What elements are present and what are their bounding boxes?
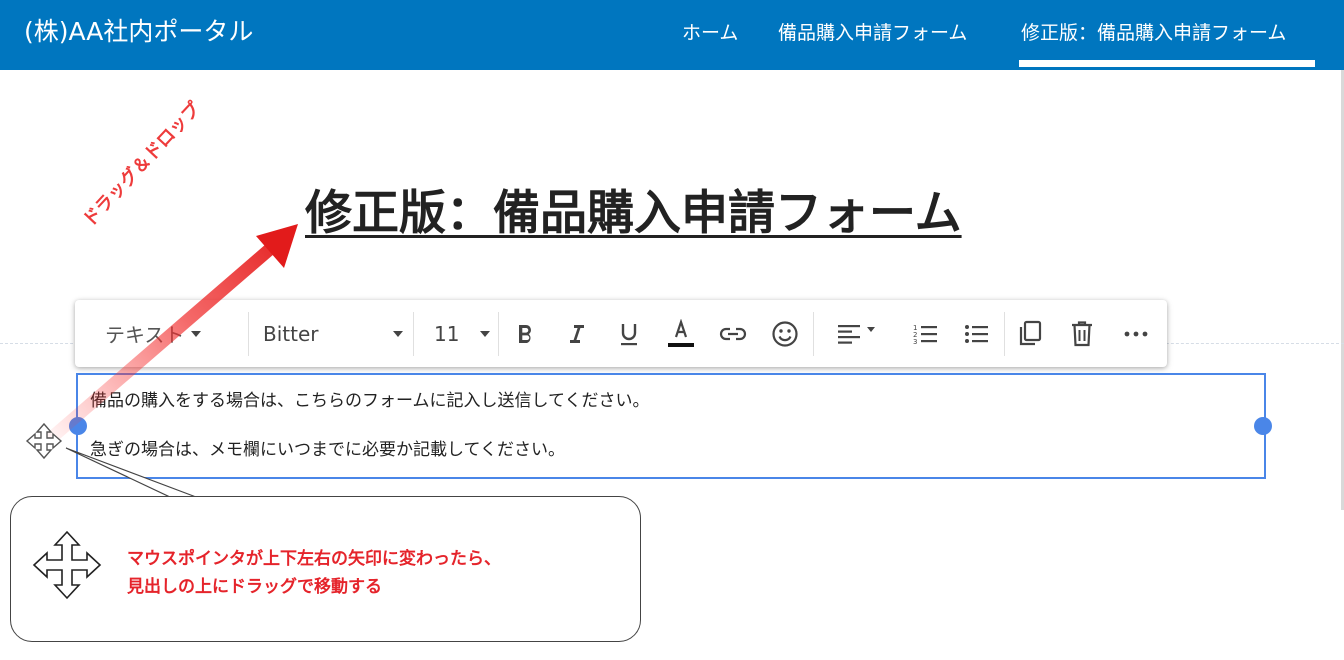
font-size-select[interactable]: 11 [434,300,490,367]
bulleted-list-button[interactable] [964,300,990,367]
move-cursor-large-icon [32,530,102,600]
bold-button[interactable] [514,300,536,367]
align-left-icon [838,324,860,344]
trash-icon [1072,320,1092,346]
toolbar-divider [413,312,414,356]
resize-handle-right[interactable] [1254,417,1272,435]
font-family-select[interactable]: Bitter [263,300,403,367]
block-editor-toolbar: テキスト Bitter 11 1 2 3 [75,300,1167,367]
more-horizontal-icon [1124,331,1148,336]
font-size-label: 11 [434,321,460,346]
emoji-button[interactable] [771,300,799,367]
chevron-down-icon [867,327,875,332]
chevron-down-icon [393,330,403,337]
paragraph-purchase-instructions[interactable]: 備品の購入をする場合は、こちらのフォームに記入し送信してください。 [90,389,649,413]
move-cursor-icon [25,422,63,460]
copy-icon [1019,320,1042,345]
paragraph-urgent-note[interactable]: 急ぎの場合は、メモ欄にいつまでに必要か記載してください。 [90,438,565,462]
active-nav-indicator [1019,60,1315,67]
text-color-button[interactable] [667,300,695,367]
callout-line-2: 見出しの上にドラッグで移動する [127,577,382,597]
nav-item-purchase-form[interactable]: 備品購入申請フォーム [778,20,967,46]
link-button[interactable] [719,300,747,367]
link-icon [719,327,747,340]
nav-item-revised-purchase-form[interactable]: 修正版：備品購入申請フォーム [1021,20,1286,46]
italic-icon [570,324,584,343]
drag-and-drop-label: ドラッグ＆ドロップ [78,98,205,232]
toolbar-divider [248,312,249,356]
instruction-callout: マウスポインタが上下左右の矢印に変わったら、 見出しの上にドラッグで移動する [10,496,641,642]
delete-button[interactable] [1070,300,1094,367]
underline-icon [621,323,637,345]
numbered-list-button[interactable]: 1 2 3 [913,300,939,367]
resize-handle-left[interactable] [69,417,87,435]
align-button[interactable] [837,300,875,367]
chevron-down-icon [480,330,490,337]
callout-line-1: マウスポインタが上下左右の矢印に変わったら、 [127,549,501,569]
emoji-icon [772,320,798,347]
font-family-label: Bitter [263,321,319,346]
block-type-label: テキスト [105,323,185,347]
toolbar-divider [498,312,499,356]
toolbar-divider [813,312,814,356]
page-title[interactable]: 修正版：備品購入申請フォーム [305,182,1045,246]
underline-button[interactable] [618,300,640,367]
numbered-list-icon: 1 2 3 [913,324,937,346]
more-options-button[interactable] [1124,300,1148,367]
toolbar-divider [1004,312,1005,356]
svg-text:3: 3 [913,338,917,346]
italic-button[interactable] [565,300,587,367]
block-type-select[interactable]: テキスト [105,300,202,367]
selected-text-block[interactable]: 備品の購入をする場合は、こちらのフォームに記入し送信してください。 急ぎの場合は… [76,373,1266,479]
bold-icon [519,324,531,343]
nav-item-home[interactable]: ホーム [682,20,738,46]
text-color-icon [668,318,694,347]
site-title[interactable]: (株)AA社内ポータル [24,16,253,48]
chevron-down-icon [191,330,202,337]
top-navigation-bar: (株)AA社内ポータル ホーム 備品購入申請フォーム 修正版：備品購入申請フォー… [0,0,1344,70]
callout-message: マウスポインタが上下左右の矢印に変わったら、 見出しの上にドラッグで移動する [127,545,501,601]
bulleted-list-icon [965,324,988,343]
duplicate-button[interactable] [1018,300,1044,367]
